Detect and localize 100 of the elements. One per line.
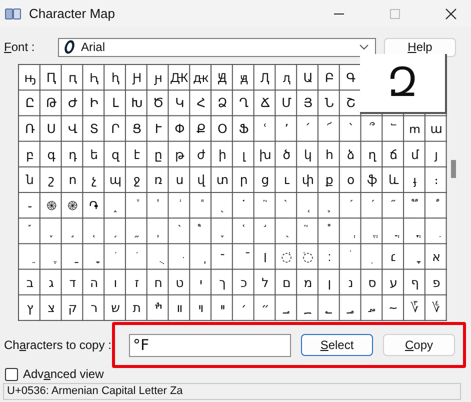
character-cell[interactable]: ֻ (152, 248, 164, 266)
character-cell[interactable]: ֖ (216, 196, 228, 215)
characters-to-copy-field[interactable]: °F (129, 334, 291, 356)
character-cell[interactable]: ׆ (387, 248, 400, 266)
character-cell[interactable]: Մ (280, 94, 292, 112)
character-cell[interactable]: ׄ (344, 248, 357, 266)
character-cell[interactable]: ֏ (88, 196, 100, 215)
character-cell[interactable]: և (387, 171, 400, 190)
character-cell[interactable]: ՙ (258, 120, 271, 138)
character-cell[interactable]: ◌ׂ (302, 248, 314, 266)
character-cell[interactable]: ֿ (238, 248, 250, 266)
character-cell[interactable]: ՛ (302, 120, 314, 138)
character-cell[interactable]: չ (88, 171, 100, 190)
character-cell[interactable]: լ (238, 146, 250, 164)
character-cell[interactable]: Շ (344, 94, 357, 112)
character-cell[interactable]: ղ (366, 146, 378, 164)
character-cell[interactable]: ՞ (366, 120, 378, 138)
character-cell[interactable]: Ԯ (258, 68, 271, 87)
character-cell[interactable]: Լ (109, 94, 122, 112)
character-cell[interactable]: ץ (24, 299, 36, 318)
character-cell[interactable]: ֕ (194, 196, 207, 215)
character-cell[interactable]: ֔ (173, 196, 186, 215)
character-cell[interactable]: մ (408, 146, 421, 164)
character-cell[interactable]: ֦ (130, 222, 143, 240)
character-cell[interactable]: ס (366, 274, 378, 292)
character-cell[interactable]: Ֆ (238, 120, 250, 138)
character-cell[interactable]: ؃ (344, 299, 357, 318)
character-cell[interactable]: מ (302, 274, 314, 292)
character-cell[interactable]: Ց (130, 120, 143, 138)
character-cell[interactable]: Ԫ (170, 68, 188, 87)
character-cell[interactable]: Յ (302, 94, 314, 112)
character-cell[interactable]: Ԩ (130, 68, 143, 87)
character-cell[interactable]: ֩ (194, 222, 207, 240)
character-cell[interactable]: נ (344, 274, 357, 292)
character-cell[interactable]: ֙ (280, 196, 292, 215)
character-cell[interactable]: ؇ (430, 299, 442, 318)
character-cell[interactable]: ԯ (280, 68, 292, 87)
character-cell[interactable]: փ (302, 171, 314, 190)
character-cell[interactable]: գ (45, 146, 58, 164)
character-cell[interactable]: ׃ (323, 248, 336, 266)
character-cell[interactable]: զ (109, 146, 122, 164)
character-cell[interactable]: ֭ (280, 222, 292, 240)
character-cell[interactable]: ִ (430, 222, 442, 240)
character-cell[interactable]: ֽ (194, 248, 207, 266)
character-cell[interactable]: տ (216, 171, 228, 190)
character-cell[interactable]: ֢ (45, 222, 58, 240)
character-cell[interactable]: Խ (130, 94, 143, 112)
font-dropdown[interactable]: Arial (58, 38, 376, 56)
character-cell[interactable]: Տ (88, 120, 100, 138)
character-cell[interactable]: Ԥ (45, 68, 58, 87)
character-cell[interactable]: ո (66, 171, 78, 190)
character-cell[interactable]: Ր (109, 120, 122, 138)
character-cell[interactable]: ֓ (152, 196, 164, 215)
character-cell[interactable]: ժ (194, 146, 207, 164)
character-cell[interactable]: կ (302, 146, 314, 164)
character-cell[interactable]: ׯ (152, 299, 164, 318)
character-cell[interactable]: Օ (216, 120, 228, 138)
character-cell[interactable]: ם (280, 274, 292, 292)
character-cell[interactable]: ռ (152, 171, 164, 190)
character-cell[interactable]: א (430, 248, 442, 266)
character-cell[interactable]: ֆ (366, 171, 378, 190)
character-cell[interactable]: Թ (45, 94, 58, 112)
character-cell[interactable]: Ճ (258, 94, 271, 112)
character-cell[interactable]: ԫ (194, 68, 208, 87)
character-cell[interactable]: ױ (194, 299, 207, 318)
character-cell[interactable]: ֜ (344, 196, 357, 215)
character-cell[interactable]: ջ (130, 171, 143, 190)
character-cell[interactable]: ֨ (173, 222, 186, 240)
character-cell[interactable]: յ (430, 146, 442, 164)
character-cell[interactable]: ט (173, 274, 186, 292)
character-cell[interactable]: י (194, 274, 207, 292)
character-cell[interactable]: ա (430, 120, 442, 138)
character-cell[interactable]: ֹ (109, 248, 122, 266)
character-cell[interactable]: ק (66, 299, 78, 318)
character-cell[interactable]: ԧ (109, 68, 122, 87)
character-cell[interactable]: ְ (344, 222, 357, 240)
character-cell[interactable]: ձ (344, 146, 357, 164)
character-cell[interactable]: ք (323, 171, 336, 190)
character-cell[interactable]: װ (173, 299, 186, 318)
character-cell[interactable]: Ի (88, 94, 100, 112)
character-cell[interactable]: ճ (387, 146, 400, 164)
character-cell[interactable]: պ (109, 171, 122, 190)
character-cell[interactable]: ծ (280, 146, 292, 164)
character-cell[interactable]: Փ (173, 120, 186, 138)
character-cell[interactable]: ԣ (24, 68, 36, 87)
character-cell[interactable]: ו (109, 274, 122, 292)
advanced-view-label[interactable]: Advanced view (23, 367, 104, 381)
character-cell[interactable]: ׳ (238, 299, 250, 318)
character-cell[interactable]: Ւ (152, 120, 164, 138)
character-cell[interactable]: ײ (216, 299, 228, 318)
character-cell[interactable]: ״ (258, 299, 271, 318)
character-cell[interactable]: ؄ (366, 299, 378, 318)
character-cell[interactable]: ֍ (45, 196, 58, 215)
character-cell[interactable]: է (130, 146, 143, 164)
character-cell[interactable]: ֛ (323, 196, 336, 215)
scrollbar-thumb[interactable] (450, 160, 456, 178)
character-cell[interactable]: ַ (66, 248, 78, 266)
character-cell[interactable]: ֱ (366, 222, 378, 240)
character-cell[interactable]: ָ (88, 248, 100, 266)
character-cell[interactable]: ׅ (366, 248, 378, 266)
